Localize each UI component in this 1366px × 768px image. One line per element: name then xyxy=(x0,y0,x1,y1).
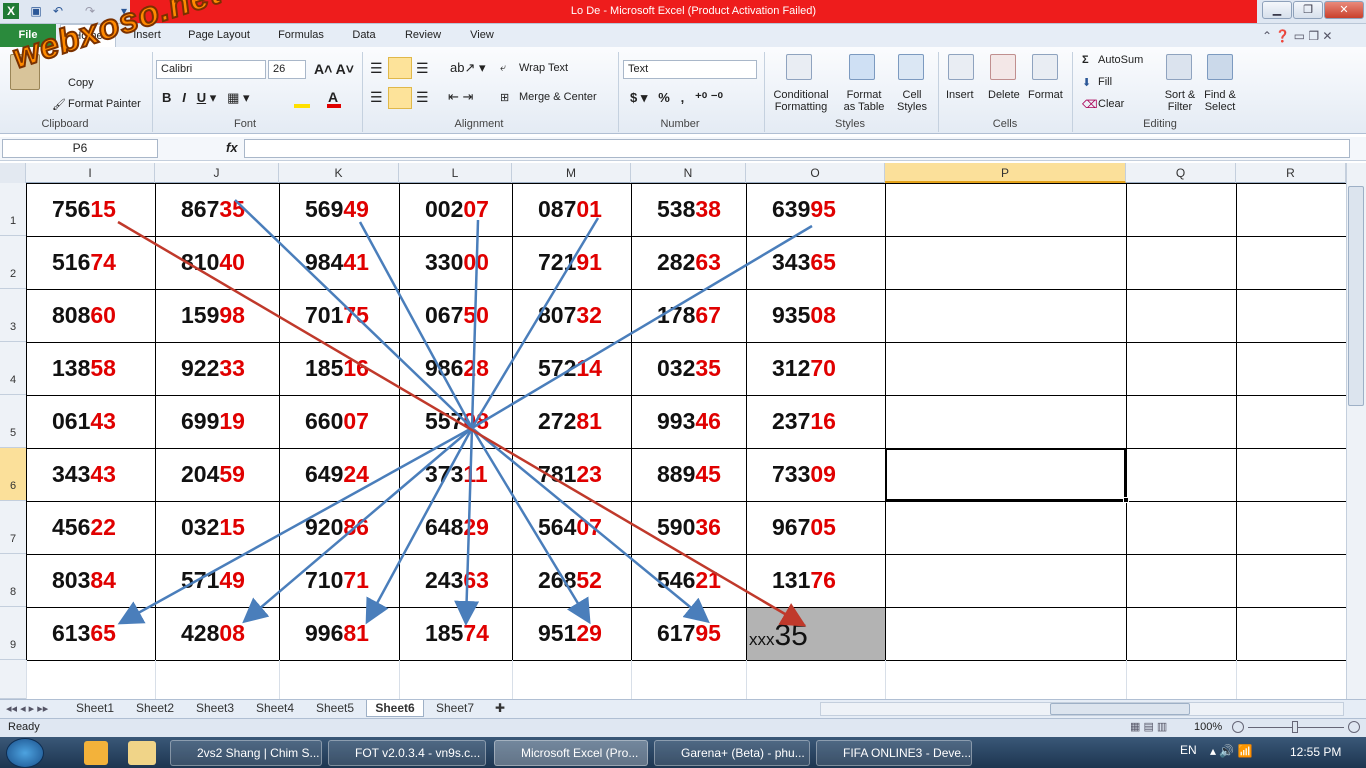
sheet-tab[interactable]: Sheet1 xyxy=(66,700,124,717)
zoom-level[interactable]: 100% xyxy=(1194,721,1222,733)
taskbar-item-active[interactable]: Microsoft Excel (Pro... xyxy=(494,740,648,766)
explorer-icon[interactable] xyxy=(128,741,156,765)
vertical-scroll-thumb[interactable] xyxy=(1348,186,1364,406)
arrow-overlay xyxy=(117,199,813,627)
insert-sheet-icon[interactable]: ✚ xyxy=(488,700,512,717)
sheet-tab[interactable]: Sheet2 xyxy=(126,700,184,717)
sheet-nav-icons[interactable]: ◂◂ ◂ ▸ ▸▸ xyxy=(6,702,48,715)
taskbar-item[interactable]: FOT v2.0.3.4 - vn9s.c... xyxy=(328,740,486,766)
tray-icons[interactable]: ▴ 🔊 📶 xyxy=(1210,744,1253,758)
sheet-tab[interactable]: Sheet3 xyxy=(186,700,244,717)
start-button[interactable] xyxy=(6,738,44,768)
taskbar-item[interactable]: FIFA ONLINE3 - Deve... xyxy=(816,740,972,766)
taskbar-item[interactable]: 2vs2 Shang | Chim S... xyxy=(170,740,322,766)
taskbar-item[interactable]: Garena+ (Beta) - phu... xyxy=(654,740,810,766)
sheet-tab-active[interactable]: Sheet6 xyxy=(366,700,424,717)
zoom-thumb[interactable] xyxy=(1292,721,1298,733)
horizontal-scroll-thumb[interactable] xyxy=(1050,703,1190,715)
sheet-tab[interactable]: Sheet7 xyxy=(426,700,484,717)
sheet-tab[interactable]: Sheet5 xyxy=(306,700,364,717)
clock[interactable]: 12:55 PM xyxy=(1290,745,1341,759)
view-mode-icons[interactable]: ▦ ▤ ▥ xyxy=(1130,720,1167,733)
red-arrow xyxy=(117,220,807,627)
language-indicator[interactable]: EN xyxy=(1180,743,1197,757)
media-player-icon[interactable] xyxy=(84,741,108,765)
zoom-in-icon[interactable] xyxy=(1348,721,1360,733)
status-ready: Ready xyxy=(8,721,40,733)
sheet-tab[interactable]: Sheet4 xyxy=(246,700,304,717)
zoom-out-icon[interactable] xyxy=(1232,721,1244,733)
